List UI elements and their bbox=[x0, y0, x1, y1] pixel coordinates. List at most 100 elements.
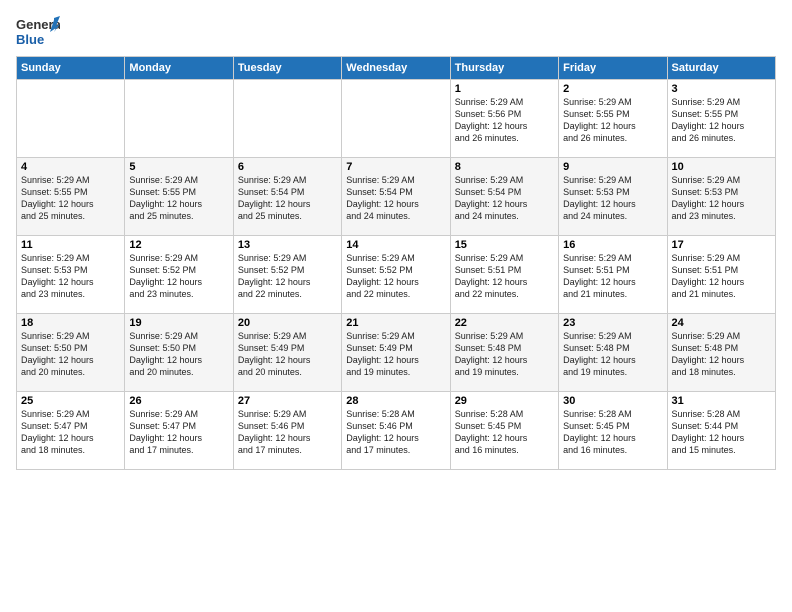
calendar-cell: 18Sunrise: 5:29 AM Sunset: 5:50 PM Dayli… bbox=[17, 314, 125, 392]
day-info: Sunrise: 5:29 AM Sunset: 5:48 PM Dayligh… bbox=[455, 330, 554, 379]
day-info: Sunrise: 5:29 AM Sunset: 5:55 PM Dayligh… bbox=[21, 174, 120, 223]
calendar-cell: 5Sunrise: 5:29 AM Sunset: 5:55 PM Daylig… bbox=[125, 158, 233, 236]
logo-svg: General Blue bbox=[16, 16, 60, 48]
calendar-cell: 12Sunrise: 5:29 AM Sunset: 5:52 PM Dayli… bbox=[125, 236, 233, 314]
calendar-cell: 4Sunrise: 5:29 AM Sunset: 5:55 PM Daylig… bbox=[17, 158, 125, 236]
calendar-cell: 19Sunrise: 5:29 AM Sunset: 5:50 PM Dayli… bbox=[125, 314, 233, 392]
day-info: Sunrise: 5:29 AM Sunset: 5:52 PM Dayligh… bbox=[346, 252, 445, 301]
day-info: Sunrise: 5:29 AM Sunset: 5:54 PM Dayligh… bbox=[455, 174, 554, 223]
day-info: Sunrise: 5:29 AM Sunset: 5:52 PM Dayligh… bbox=[129, 252, 228, 301]
day-number: 1 bbox=[455, 83, 554, 95]
calendar-cell: 11Sunrise: 5:29 AM Sunset: 5:53 PM Dayli… bbox=[17, 236, 125, 314]
day-number: 13 bbox=[238, 239, 337, 251]
header-wednesday: Wednesday bbox=[342, 57, 450, 80]
header-saturday: Saturday bbox=[667, 57, 775, 80]
day-number: 25 bbox=[21, 395, 120, 407]
day-info: Sunrise: 5:29 AM Sunset: 5:47 PM Dayligh… bbox=[21, 408, 120, 457]
calendar-cell: 26Sunrise: 5:29 AM Sunset: 5:47 PM Dayli… bbox=[125, 392, 233, 470]
calendar-cell: 23Sunrise: 5:29 AM Sunset: 5:48 PM Dayli… bbox=[559, 314, 667, 392]
day-info: Sunrise: 5:29 AM Sunset: 5:48 PM Dayligh… bbox=[672, 330, 771, 379]
day-info: Sunrise: 5:28 AM Sunset: 5:46 PM Dayligh… bbox=[346, 408, 445, 457]
calendar-cell bbox=[342, 80, 450, 158]
page-header: General Blue bbox=[16, 16, 776, 48]
day-number: 15 bbox=[455, 239, 554, 251]
day-info: Sunrise: 5:29 AM Sunset: 5:52 PM Dayligh… bbox=[238, 252, 337, 301]
day-number: 28 bbox=[346, 395, 445, 407]
day-info: Sunrise: 5:29 AM Sunset: 5:50 PM Dayligh… bbox=[129, 330, 228, 379]
calendar-cell: 14Sunrise: 5:29 AM Sunset: 5:52 PM Dayli… bbox=[342, 236, 450, 314]
calendar-cell: 29Sunrise: 5:28 AM Sunset: 5:45 PM Dayli… bbox=[450, 392, 558, 470]
calendar-cell: 3Sunrise: 5:29 AM Sunset: 5:55 PM Daylig… bbox=[667, 80, 775, 158]
day-info: Sunrise: 5:29 AM Sunset: 5:46 PM Dayligh… bbox=[238, 408, 337, 457]
calendar-cell: 2Sunrise: 5:29 AM Sunset: 5:55 PM Daylig… bbox=[559, 80, 667, 158]
day-number: 18 bbox=[21, 317, 120, 329]
day-number: 27 bbox=[238, 395, 337, 407]
calendar-cell: 1Sunrise: 5:29 AM Sunset: 5:56 PM Daylig… bbox=[450, 80, 558, 158]
calendar-cell: 30Sunrise: 5:28 AM Sunset: 5:45 PM Dayli… bbox=[559, 392, 667, 470]
day-number: 12 bbox=[129, 239, 228, 251]
day-info: Sunrise: 5:29 AM Sunset: 5:51 PM Dayligh… bbox=[455, 252, 554, 301]
day-number: 29 bbox=[455, 395, 554, 407]
day-info: Sunrise: 5:28 AM Sunset: 5:44 PM Dayligh… bbox=[672, 408, 771, 457]
day-info: Sunrise: 5:29 AM Sunset: 5:53 PM Dayligh… bbox=[563, 174, 662, 223]
day-info: Sunrise: 5:29 AM Sunset: 5:55 PM Dayligh… bbox=[563, 96, 662, 145]
day-info: Sunrise: 5:29 AM Sunset: 5:49 PM Dayligh… bbox=[346, 330, 445, 379]
header-monday: Monday bbox=[125, 57, 233, 80]
day-info: Sunrise: 5:29 AM Sunset: 5:47 PM Dayligh… bbox=[129, 408, 228, 457]
calendar-cell bbox=[17, 80, 125, 158]
calendar-cell bbox=[233, 80, 341, 158]
day-number: 21 bbox=[346, 317, 445, 329]
header-sunday: Sunday bbox=[17, 57, 125, 80]
day-info: Sunrise: 5:28 AM Sunset: 5:45 PM Dayligh… bbox=[455, 408, 554, 457]
logo: General Blue bbox=[16, 16, 60, 48]
day-number: 16 bbox=[563, 239, 662, 251]
day-info: Sunrise: 5:29 AM Sunset: 5:51 PM Dayligh… bbox=[563, 252, 662, 301]
header-tuesday: Tuesday bbox=[233, 57, 341, 80]
calendar-cell: 15Sunrise: 5:29 AM Sunset: 5:51 PM Dayli… bbox=[450, 236, 558, 314]
day-info: Sunrise: 5:29 AM Sunset: 5:54 PM Dayligh… bbox=[346, 174, 445, 223]
calendar-cell bbox=[125, 80, 233, 158]
calendar-cell: 22Sunrise: 5:29 AM Sunset: 5:48 PM Dayli… bbox=[450, 314, 558, 392]
day-info: Sunrise: 5:29 AM Sunset: 5:55 PM Dayligh… bbox=[672, 96, 771, 145]
day-number: 7 bbox=[346, 161, 445, 173]
day-number: 19 bbox=[129, 317, 228, 329]
calendar-cell: 13Sunrise: 5:29 AM Sunset: 5:52 PM Dayli… bbox=[233, 236, 341, 314]
calendar-cell: 28Sunrise: 5:28 AM Sunset: 5:46 PM Dayli… bbox=[342, 392, 450, 470]
header-friday: Friday bbox=[559, 57, 667, 80]
day-number: 30 bbox=[563, 395, 662, 407]
calendar-cell: 6Sunrise: 5:29 AM Sunset: 5:54 PM Daylig… bbox=[233, 158, 341, 236]
day-info: Sunrise: 5:29 AM Sunset: 5:48 PM Dayligh… bbox=[563, 330, 662, 379]
calendar-cell: 8Sunrise: 5:29 AM Sunset: 5:54 PM Daylig… bbox=[450, 158, 558, 236]
day-number: 14 bbox=[346, 239, 445, 251]
day-info: Sunrise: 5:29 AM Sunset: 5:51 PM Dayligh… bbox=[672, 252, 771, 301]
day-number: 10 bbox=[672, 161, 771, 173]
day-info: Sunrise: 5:29 AM Sunset: 5:56 PM Dayligh… bbox=[455, 96, 554, 145]
day-number: 2 bbox=[563, 83, 662, 95]
calendar-cell: 31Sunrise: 5:28 AM Sunset: 5:44 PM Dayli… bbox=[667, 392, 775, 470]
calendar-cell: 20Sunrise: 5:29 AM Sunset: 5:49 PM Dayli… bbox=[233, 314, 341, 392]
day-info: Sunrise: 5:29 AM Sunset: 5:54 PM Dayligh… bbox=[238, 174, 337, 223]
calendar-cell: 10Sunrise: 5:29 AM Sunset: 5:53 PM Dayli… bbox=[667, 158, 775, 236]
day-info: Sunrise: 5:29 AM Sunset: 5:50 PM Dayligh… bbox=[21, 330, 120, 379]
day-info: Sunrise: 5:28 AM Sunset: 5:45 PM Dayligh… bbox=[563, 408, 662, 457]
calendar-header-row: SundayMondayTuesdayWednesdayThursdayFrid… bbox=[17, 57, 776, 80]
day-number: 4 bbox=[21, 161, 120, 173]
svg-text:Blue: Blue bbox=[16, 32, 44, 47]
day-number: 17 bbox=[672, 239, 771, 251]
day-number: 11 bbox=[21, 239, 120, 251]
calendar-cell: 16Sunrise: 5:29 AM Sunset: 5:51 PM Dayli… bbox=[559, 236, 667, 314]
day-info: Sunrise: 5:29 AM Sunset: 5:49 PM Dayligh… bbox=[238, 330, 337, 379]
day-number: 26 bbox=[129, 395, 228, 407]
day-info: Sunrise: 5:29 AM Sunset: 5:53 PM Dayligh… bbox=[21, 252, 120, 301]
calendar-cell: 21Sunrise: 5:29 AM Sunset: 5:49 PM Dayli… bbox=[342, 314, 450, 392]
day-number: 8 bbox=[455, 161, 554, 173]
day-number: 3 bbox=[672, 83, 771, 95]
calendar-cell: 24Sunrise: 5:29 AM Sunset: 5:48 PM Dayli… bbox=[667, 314, 775, 392]
day-number: 22 bbox=[455, 317, 554, 329]
calendar-cell: 7Sunrise: 5:29 AM Sunset: 5:54 PM Daylig… bbox=[342, 158, 450, 236]
day-number: 31 bbox=[672, 395, 771, 407]
calendar-table: SundayMondayTuesdayWednesdayThursdayFrid… bbox=[16, 56, 776, 470]
header-thursday: Thursday bbox=[450, 57, 558, 80]
day-info: Sunrise: 5:29 AM Sunset: 5:53 PM Dayligh… bbox=[672, 174, 771, 223]
day-number: 9 bbox=[563, 161, 662, 173]
